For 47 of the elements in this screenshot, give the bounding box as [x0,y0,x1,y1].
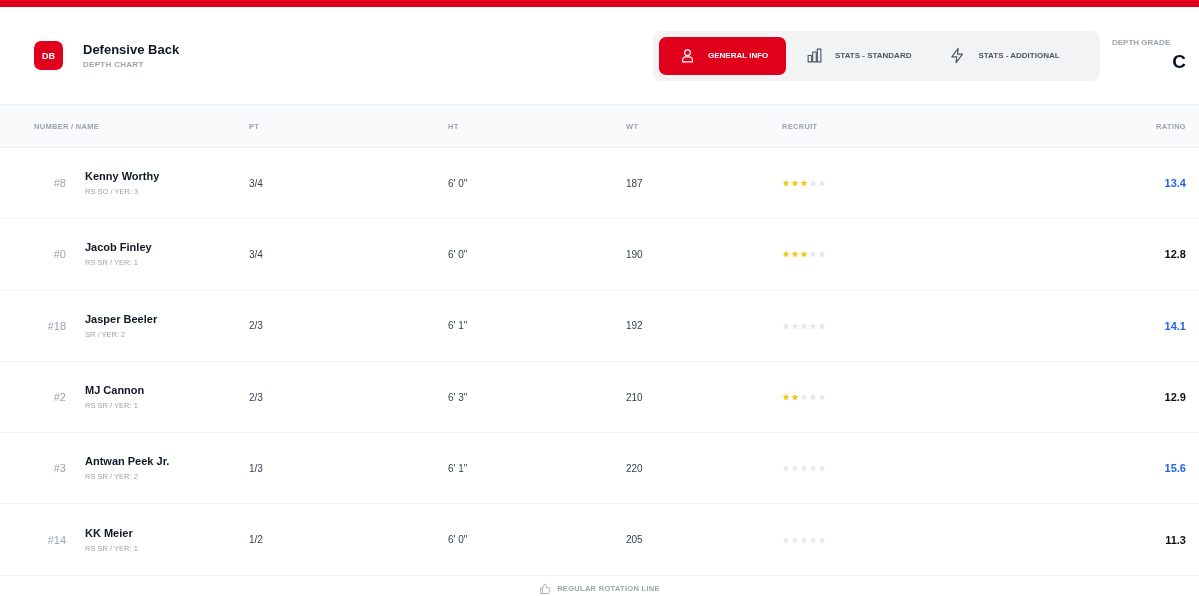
table-cell-text: 220 [626,462,644,474]
table-cell-text: 2/3 [249,391,264,403]
player-rating: 12.9 [1164,391,1186,404]
table-cell-text: 6' 0" [448,177,469,189]
player-rating: 14.1 [1164,319,1186,332]
tab[interactable]: GENERAL INFO [659,36,786,75]
table-cell-text: 1/3 [249,462,264,474]
table-cell-text: 6' 3" [448,391,469,403]
table-cell-text: 3/4 [249,248,264,260]
jersey-number: #3 [52,462,67,475]
table-cell-text: 1/2 [249,534,264,546]
bar-chart-icon [806,47,823,64]
player-rating: 12.8 [1164,248,1186,261]
player-name: MJ Cannon [85,384,145,397]
table-cell-text: 2/3 [249,320,264,332]
table-cell-text: 6' 0" [448,534,469,546]
jersey-number: #18 [46,319,67,332]
table-cell-text: 187 [626,177,644,189]
table-cell-text: 6' 1" [448,462,469,474]
player-rating: 11.3 [1165,533,1186,546]
tab[interactable]: STATS - ADDITIONAL [929,36,1078,75]
table-cell-text: 6' 1" [448,320,469,332]
player-rating: 13.4 [1164,177,1186,190]
thumbs-up-icon [539,582,552,595]
player-name: Jacob Finley [85,241,152,254]
player-name: Antwan Peek Jr. [85,455,170,468]
table-cell-text: 3/4 [249,177,264,189]
player-name: Kenny Worthy [85,170,160,183]
jersey-number: #0 [52,248,67,261]
depth-grade-value: C [1172,51,1186,73]
jersey-number: #2 [52,391,67,404]
table-cell-text: 190 [626,248,644,260]
person-icon [679,47,696,64]
tab[interactable]: STATS - STANDARD [786,36,930,75]
jersey-number: #14 [46,533,67,546]
position-badge: DB [34,41,63,70]
player-rating: 15.6 [1164,462,1186,475]
table-cell-text: 210 [626,391,644,403]
player-name: KK Meier [85,526,134,539]
table-cell-text: 192 [626,320,644,332]
page-subtitle: DEPTH CHART [83,60,145,69]
page-title: Defensive Back [83,42,180,57]
table-cell-text: 6' 0" [448,248,469,260]
player-name: Jasper Beeler [85,312,158,325]
depth-grade-label: DEPTH GRADE [1112,38,1171,47]
table-cell-text: 205 [626,534,644,546]
jersey-number: #8 [52,177,67,190]
